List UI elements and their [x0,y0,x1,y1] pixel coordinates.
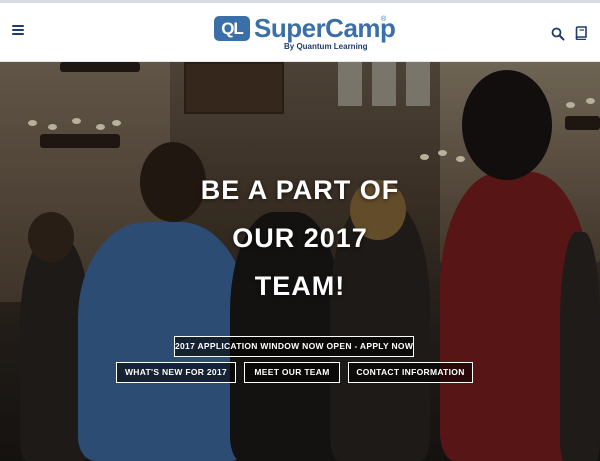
meet-our-team-button[interactable]: MEET OUR TEAM [244,362,340,383]
logo-wordmark: SuperCamp [254,13,396,43]
logo-mark: QL [214,16,250,41]
hero-banner: BE A PART OF OUR 2017 TEAM! 2017 APPLICA… [0,62,600,461]
search-icon[interactable] [551,27,565,41]
book-icon[interactable] [575,26,588,40]
whats-new-button[interactable]: WHAT'S NEW FOR 2017 [116,362,236,383]
logo-tagline: By Quantum Learning [284,42,368,51]
apply-now-button[interactable]: 2017 APPLICATION WINDOW NOW OPEN - APPLY… [174,336,414,357]
hero-headline-line-1: BE A PART OF [200,175,400,205]
contact-information-button[interactable]: CONTACT INFORMATION [348,362,473,383]
menu-icon[interactable] [12,25,24,37]
hero-headline-line-2: OUR 2017 [232,223,368,253]
logo-registered-mark: ® [381,16,387,23]
site-logo[interactable]: QL SuperCamp ® By Quantum Learning [214,13,396,53]
hero-headline-line-3: TEAM! [254,271,346,301]
hero-overlay [0,62,600,461]
site-header: QL SuperCamp ® By Quantum Learning [0,3,600,62]
